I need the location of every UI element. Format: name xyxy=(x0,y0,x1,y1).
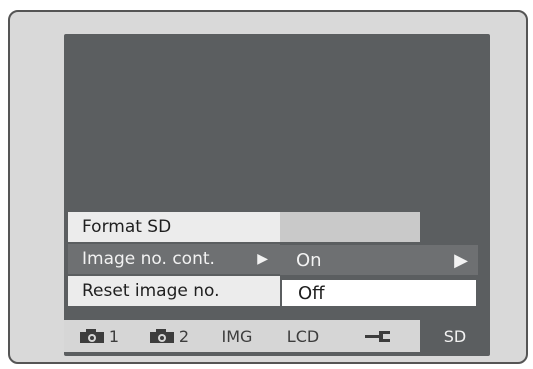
tab-lcd[interactable]: LCD xyxy=(270,320,336,352)
settings-menu: Format SD Image no. cont. ▶ Reset image … xyxy=(68,212,280,308)
tab-sd[interactable]: SD xyxy=(420,320,490,352)
menu-item-format-sd[interactable]: Format SD xyxy=(68,212,280,242)
option-arrow-icon: ▶ xyxy=(454,249,468,271)
menu-tab-bar: 1 2 IMG LCD SD xyxy=(64,320,490,352)
submenu-option-on[interactable]: On ▶ xyxy=(280,245,478,275)
menu-item-label: Reset image no. xyxy=(82,281,220,301)
submenu-arrow-icon: ▶ xyxy=(257,251,268,267)
tab-label: LCD xyxy=(286,326,320,346)
tab-img[interactable]: IMG xyxy=(204,320,270,352)
menu-header-filler xyxy=(280,212,420,242)
tab-label: SD xyxy=(443,326,467,346)
menu-item-label: Format SD xyxy=(82,217,172,237)
tab-camera-2[interactable]: 2 xyxy=(134,320,204,352)
submenu-option-label: Off xyxy=(298,282,325,304)
submenu-option-label: On xyxy=(296,249,322,271)
wrench-icon xyxy=(365,331,390,342)
tab-label: 1 xyxy=(108,326,120,346)
submenu-option-off[interactable]: Off xyxy=(280,278,478,308)
menu-item-reset-image-no[interactable]: Reset image no. xyxy=(68,276,280,306)
tab-camera-1[interactable]: 1 xyxy=(64,320,134,352)
tab-label: IMG xyxy=(221,326,253,346)
tab-label: 2 xyxy=(178,326,190,346)
camera-icon xyxy=(149,329,174,343)
image-no-cont-submenu: On ▶ Off xyxy=(280,245,478,311)
menu-item-label: Image no. cont. xyxy=(82,249,215,269)
menu-item-image-no-cont[interactable]: Image no. cont. ▶ xyxy=(68,244,280,274)
tab-setup[interactable] xyxy=(336,320,420,352)
camera-icon xyxy=(79,329,104,343)
